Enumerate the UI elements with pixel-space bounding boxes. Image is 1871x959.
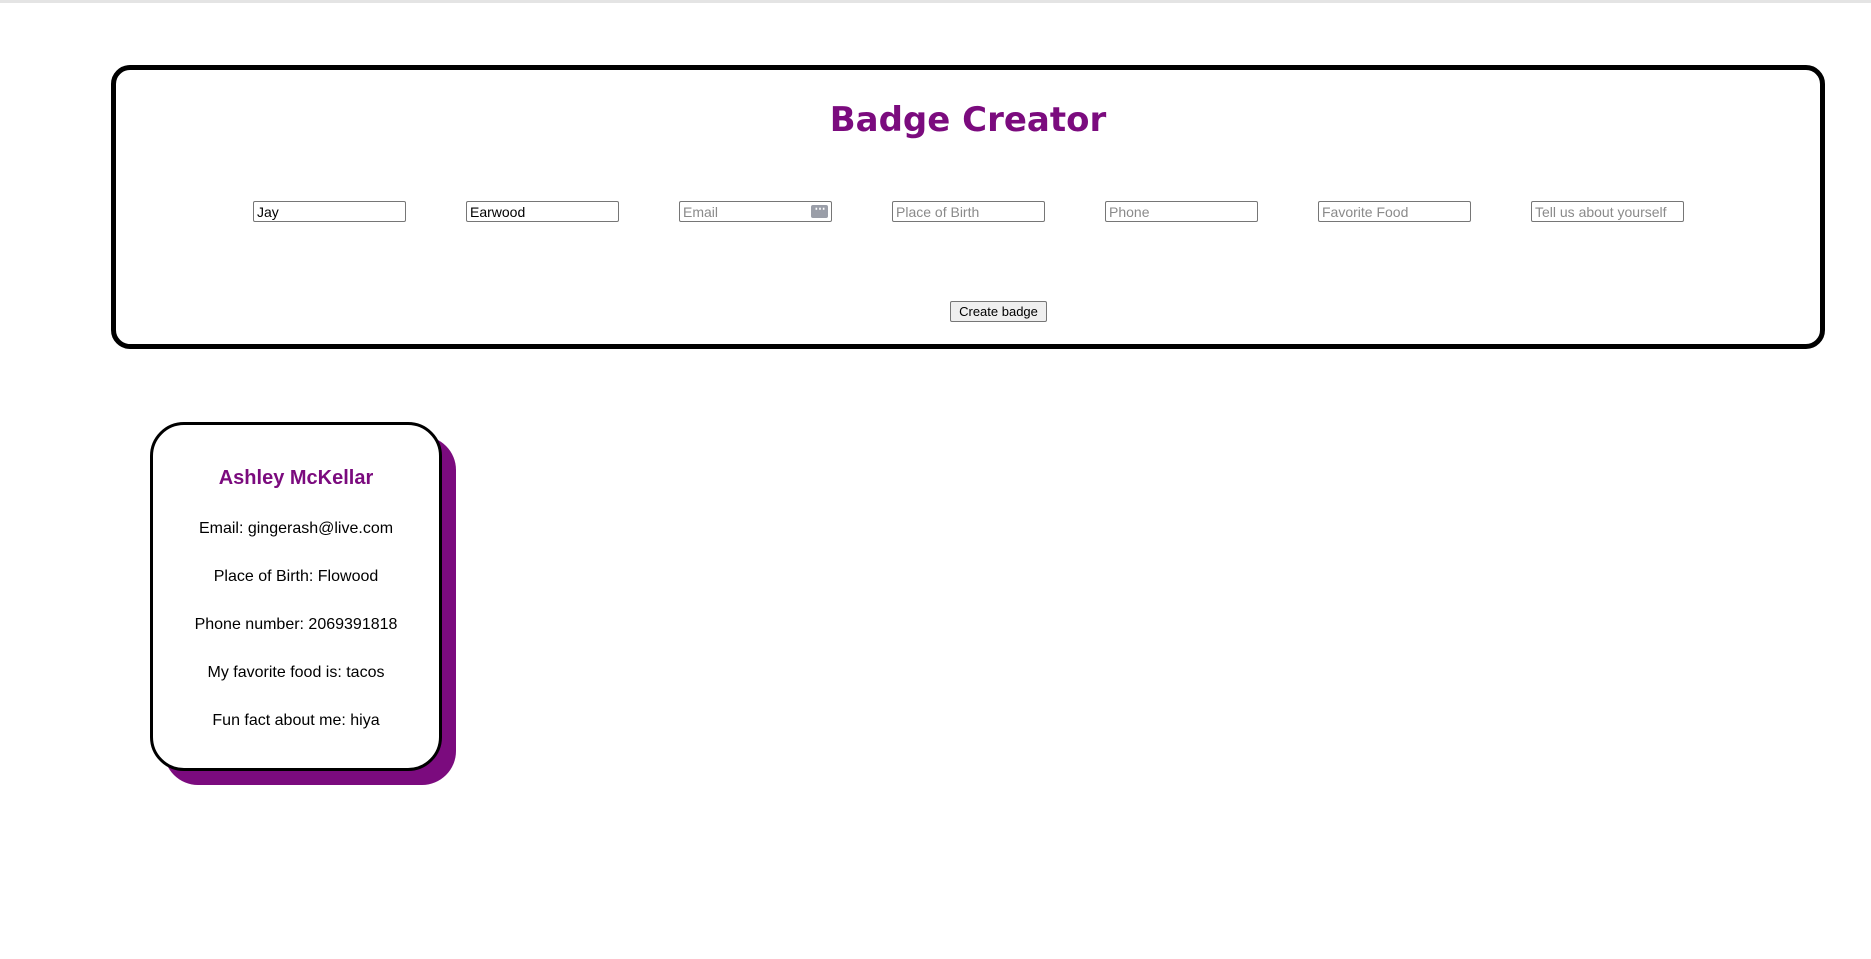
- badge-email: Email: gingerash@live.com: [198, 520, 394, 537]
- badge-fun-fact: Fun fact about me: hiya: [212, 712, 380, 729]
- badge-place-of-birth: Place of Birth: Flowood: [213, 568, 379, 585]
- place-of-birth-input[interactable]: [892, 201, 1045, 222]
- email-input[interactable]: [679, 201, 832, 222]
- phone-input[interactable]: [1105, 201, 1258, 222]
- badge-creator-form: Badge Creator ⋯ Create badge: [111, 65, 1825, 349]
- browser-top-divider: [0, 0, 1871, 3]
- badge-name: Ashley McKellar: [218, 467, 374, 489]
- badge-card: Ashley McKellar Email: gingerash@live.co…: [150, 422, 442, 771]
- last-name-input[interactable]: [466, 201, 619, 222]
- favorite-food-input[interactable]: [1318, 201, 1471, 222]
- first-name-input[interactable]: [253, 201, 406, 222]
- about-input[interactable]: [1531, 201, 1684, 222]
- create-badge-button[interactable]: Create badge: [950, 301, 1047, 322]
- badge-favorite-food: My favorite food is: tacos: [207, 664, 385, 681]
- autofill-key-icon[interactable]: ⋯: [811, 204, 828, 218]
- badge-phone: Phone number: 2069391818: [194, 616, 398, 633]
- page-title: Badge Creator: [829, 100, 1107, 140]
